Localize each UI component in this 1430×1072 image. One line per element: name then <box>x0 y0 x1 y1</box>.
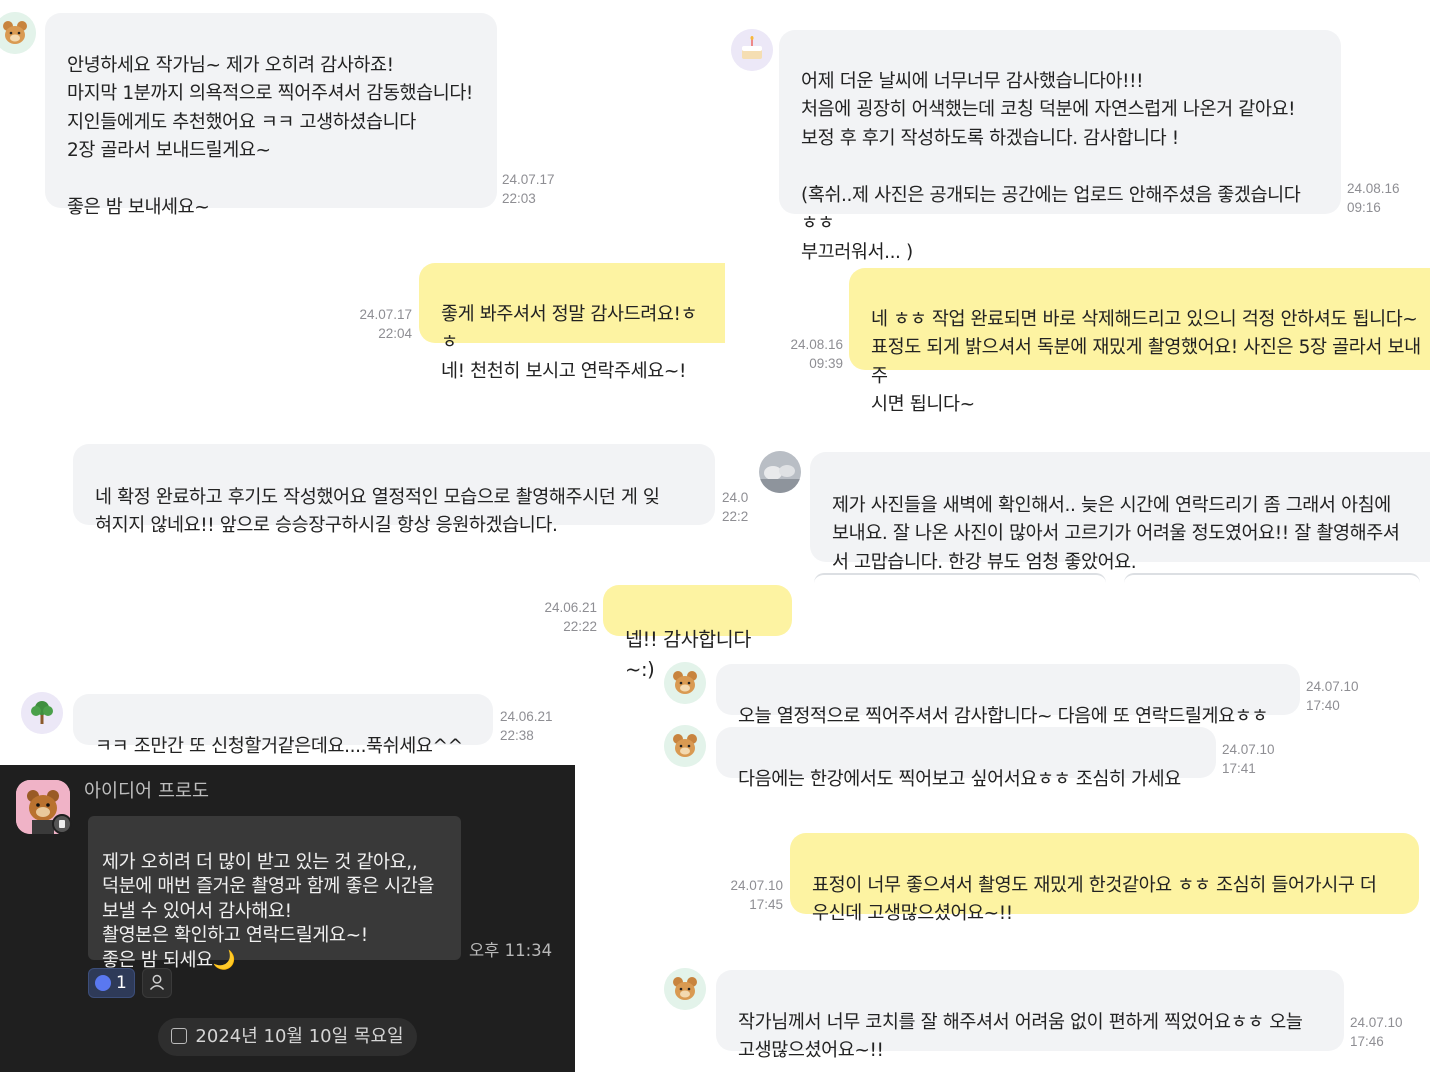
message-text: 작가님께서 너무 코치를 잘 해주셔서 어려움 없이 편하게 찍었어요ㅎㅎ 오늘… <box>738 1011 1303 1062</box>
message-timestamp: 24.08.16 09:39 <box>790 337 843 371</box>
message-text: 좋게 봐주셔서 정말 감사드려요!ㅎㅎ 네! 천천히 보시고 연락주세요~! <box>441 303 698 382</box>
message-bubble: 좋게 봐주셔서 정말 감사드려요!ㅎㅎ 네! 천천히 보시고 연락주세요~! <box>419 263 725 382</box>
message-bubble: 어제 더운 날씨에 너무너무 감사했습니다아!!! 처음에 굉장히 어색했는데 … <box>779 30 1341 263</box>
message-text: ㅋㅋ 조만간 또 신청할거같은데요....푹쉬세요^^ <box>95 735 463 757</box>
moon-emoji: 🌙 <box>212 949 236 971</box>
message-bubble: 오늘 열정적으로 찍어주셔서 감사합니다~ 다음에 또 연락드릴게요ㅎㅎ <box>716 664 1300 727</box>
message-bubble: 작가님께서 너무 코치를 잘 해주셔서 어려움 없이 편하게 찍었어요ㅎㅎ 오늘… <box>716 970 1344 1061</box>
message-timestamp: 24.07.10 17:46 <box>1350 1015 1403 1049</box>
message-bubble: 다음에는 한강에서도 찍어보고 싶어서요ㅎㅎ 조심히 가세요 <box>716 727 1216 790</box>
message-text: 네 확정 완료하고 후기도 작성했어요 열정적인 모습으로 촬영해주시던 게 잊… <box>95 486 660 537</box>
cake-avatar-icon <box>731 29 773 71</box>
message-bubble: 제가 오히려 더 많이 받고 있는 것 같아요,, 덕분에 매번 즐거운 촬영과… <box>88 816 461 971</box>
message-text: 다음에는 한강에서도 찍어보고 싶어서요ㅎㅎ 조심히 가세요 <box>738 768 1181 790</box>
message-timestamp: 24.07.17 22:04 <box>359 307 412 341</box>
message-timestamp: 24.06.21 22:38 <box>500 709 553 743</box>
bear-avatar-icon <box>0 12 36 54</box>
photo-avatar-icon <box>759 451 801 493</box>
message-text: 안녕하세요 작가님~ 제가 오히려 감사하죠! 마지막 1분까지 의욕적으로 찍… <box>67 54 473 219</box>
bear-avatar-icon <box>664 662 706 704</box>
date-text: 2024년 10월 10일 목요일 <box>195 1026 404 1047</box>
message-text: 어제 더운 날씨에 너무너무 감사했습니다아!!! 처음에 굉장히 어색했는데 … <box>801 70 1301 263</box>
message-text: 오늘 열정적으로 찍어주셔서 감사합니다~ 다음에 또 연락드릴게요ㅎㅎ <box>738 705 1268 727</box>
dark-chat-panel: 아이디어 프로도 제가 오히려 더 많이 받고 있는 것 같아요,, 덕분에 매… <box>0 765 575 1072</box>
message-timestamp: 24.08.16 09:16 <box>1347 181 1400 215</box>
message-bubble: 제가 사진들을 새벽에 확인해서.. 늦은 시간에 연락드리기 좀 그래서 아침… <box>810 452 1430 573</box>
tree-avatar-icon <box>21 692 63 734</box>
message-timestamp: 24.07.17 22:03 <box>502 172 555 206</box>
message-text: 제가 사진들을 새벽에 확인해서.. 늦은 시간에 연락드리기 좀 그래서 아침… <box>832 494 1400 573</box>
message-timestamp: 24.0 22:2 <box>722 490 749 524</box>
bear-avatar-icon <box>664 968 706 1010</box>
photo-attachment[interactable] <box>1124 573 1420 583</box>
message-bubble: 네 확정 완료하고 후기도 작성했어요 열정적인 모습으로 촬영해주시던 게 잊… <box>73 444 715 536</box>
bear-avatar-icon <box>664 725 706 767</box>
message-bubble: 넵!! 감사합니다~:) <box>603 585 792 681</box>
reaction-thumbs-up[interactable]: 1 <box>88 968 135 998</box>
thumbs-up-icon <box>95 975 111 991</box>
badge-icon <box>52 814 72 834</box>
calendar-icon <box>171 1028 188 1044</box>
message-text: 표정이 너무 좋으셔서 촬영도 재밌게 한것같아요 ㅎㅎ 조심히 들어가시구 더… <box>812 874 1377 925</box>
sender-name: 아이디어 프로도 <box>84 781 210 802</box>
date-divider: 2024년 10월 10일 목요일 <box>158 1018 417 1056</box>
message-timestamp: 24.06.21 22:22 <box>544 600 597 634</box>
add-reaction-button[interactable] <box>142 968 172 998</box>
message-text: 제가 오히려 더 많이 받고 있는 것 같아요,, 덕분에 매번 즐거운 촬영과… <box>102 851 435 971</box>
message-timestamp: 24.07.10 17:45 <box>730 878 783 912</box>
message-timestamp: 24.07.10 17:40 <box>1306 679 1359 713</box>
photo-attachment[interactable] <box>814 573 1106 583</box>
message-bubble: 안녕하세요 작가님~ 제가 오히려 감사하죠! 마지막 1분까지 의욕적으로 찍… <box>45 13 497 218</box>
message-text: 네 ㅎㅎ 작업 완료되면 바로 삭제해드리고 있으니 걱정 안하셔도 됩니다~ … <box>871 308 1421 416</box>
person-icon <box>149 974 165 991</box>
message-bubble: ㅋㅋ 조만간 또 신청할거같은데요....푹쉬세요^^ <box>73 694 493 757</box>
message-timestamp: 오후 11:34 <box>469 941 553 960</box>
reaction-count: 1 <box>116 973 127 993</box>
message-bubble: 네 ㅎㅎ 작업 완료되면 바로 삭제해드리고 있으니 걱정 안하셔도 됩니다~ … <box>849 268 1430 415</box>
message-bubble: 표정이 너무 좋으셔서 촬영도 재밌게 한것같아요 ㅎㅎ 조심히 들어가시구 더… <box>790 833 1419 924</box>
message-timestamp: 24.07.10 17:41 <box>1222 742 1275 776</box>
